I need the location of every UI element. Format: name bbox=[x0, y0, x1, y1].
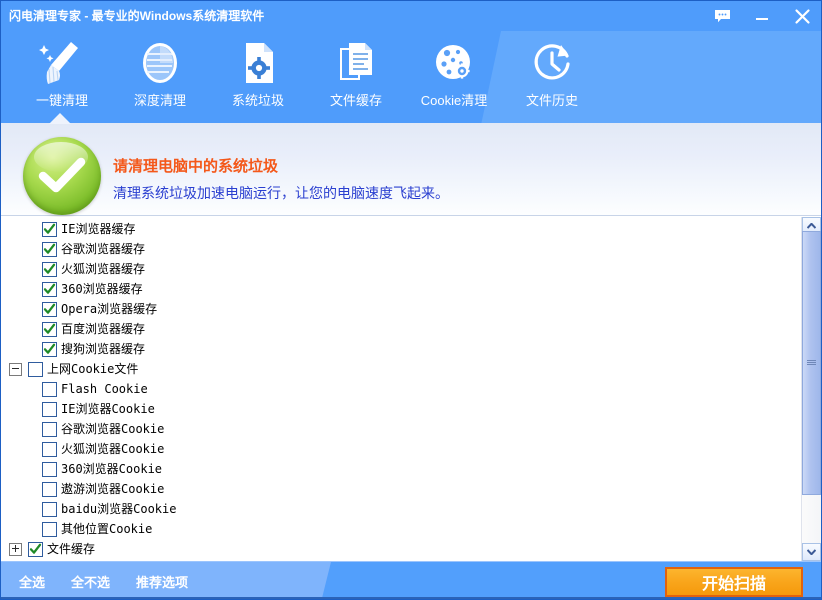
row-label: baidu浏览器Cookie bbox=[61, 501, 177, 516]
expand-icon[interactable] bbox=[9, 542, 22, 556]
row-label: 上网Cookie文件 bbox=[47, 361, 139, 376]
footer-links: 全选 全不选 推荐选项 bbox=[19, 562, 188, 599]
title-bar: 闪电清理专家 - 最专业的Windows系统清理软件 bbox=[1, 1, 821, 31]
row-label: 火狐浏览器缓存 bbox=[61, 261, 146, 276]
tree-row[interactable]: 360浏览器缓存 bbox=[1, 279, 799, 299]
row-checkbox[interactable] bbox=[42, 281, 57, 297]
start-scan-button[interactable]: 开始扫描 bbox=[665, 567, 803, 597]
row-label: 百度浏览器缓存 bbox=[61, 321, 146, 336]
tree-row[interactable]: 火狐浏览器Cookie bbox=[1, 439, 799, 459]
tab-cookie-clean[interactable]: Cookie清理 bbox=[405, 31, 503, 123]
tree-row[interactable]: Opera浏览器缓存 bbox=[1, 299, 799, 319]
row-checkbox[interactable] bbox=[28, 541, 43, 557]
tree-row[interactable]: 360浏览器Cookie bbox=[1, 459, 799, 479]
close-icon[interactable] bbox=[789, 3, 815, 29]
footer-bar: 全选 全不选 推荐选项 开始扫描 bbox=[1, 561, 821, 599]
tree-row[interactable]: baidu浏览器Cookie bbox=[1, 499, 799, 519]
collapse-icon[interactable] bbox=[9, 362, 22, 376]
file-gear-icon bbox=[233, 37, 283, 89]
row-checkbox[interactable] bbox=[42, 421, 57, 437]
tree-row[interactable]: 搜狗浏览器缓存 bbox=[1, 339, 799, 359]
start-scan-button-label: 开始扫描 bbox=[701, 576, 766, 593]
tab-strip: 一键清理 深度清理 系统垃圾 文件缓存 Cookie清理 文件历史 bbox=[1, 31, 821, 123]
tab-label: Cookie清理 bbox=[420, 93, 488, 108]
application-window: 闪电清理专家 - 最专业的Windows系统清理软件 一键清理 深度清理 系统垃… bbox=[0, 0, 822, 600]
window-title: 闪电清理专家 - 最专业的Windows系统清理软件 bbox=[9, 9, 265, 23]
grip-lines-icon bbox=[807, 359, 816, 367]
row-label: 360浏览器缓存 bbox=[61, 281, 143, 296]
active-tab-pointer bbox=[49, 113, 71, 124]
row-label: 360浏览器Cookie bbox=[61, 461, 163, 476]
row-checkbox[interactable] bbox=[42, 301, 57, 317]
select-all-link[interactable]: 全选 bbox=[19, 572, 45, 591]
row-checkbox[interactable] bbox=[42, 221, 57, 237]
row-checkbox[interactable] bbox=[42, 481, 57, 497]
tab-label: 系统垃圾 bbox=[231, 93, 284, 108]
tab-label: 一键清理 bbox=[35, 93, 88, 108]
row-checkbox[interactable] bbox=[42, 261, 57, 277]
row-label: 谷歌浏览器Cookie bbox=[61, 421, 165, 436]
select-none-link[interactable]: 全不选 bbox=[71, 572, 110, 591]
cookie-icon bbox=[429, 37, 479, 89]
row-checkbox[interactable] bbox=[42, 381, 57, 397]
document-lines-icon bbox=[331, 37, 381, 89]
row-checkbox[interactable] bbox=[42, 461, 57, 477]
row-label: 火狐浏览器Cookie bbox=[61, 441, 165, 456]
tab-deep-clean[interactable]: 深度清理 bbox=[111, 31, 209, 123]
tree-row[interactable]: 其他位置Cookie bbox=[1, 519, 799, 539]
tree-row[interactable]: Flash Cookie bbox=[1, 379, 799, 399]
tree-root: IE浏览器缓存 谷歌浏览器缓存 火狐浏览器缓存 360浏览器缓存 Opera浏览器缓存百… bbox=[1, 217, 799, 559]
row-label: 搜狗浏览器缓存 bbox=[61, 341, 146, 356]
scrollbar-thumb[interactable] bbox=[802, 231, 821, 495]
row-label: 谷歌浏览器缓存 bbox=[61, 241, 146, 256]
tab-file-cache[interactable]: 文件缓存 bbox=[307, 31, 405, 123]
tree-row[interactable]: IE浏览器Cookie bbox=[1, 399, 799, 419]
row-checkbox[interactable] bbox=[42, 321, 57, 337]
row-checkbox[interactable] bbox=[42, 241, 57, 257]
footer-bottom-edge bbox=[1, 597, 821, 599]
chevron-down-icon[interactable] bbox=[802, 543, 821, 561]
tree-row[interactable]: 上网Cookie文件 bbox=[1, 359, 799, 379]
row-label: 遨游浏览器Cookie bbox=[61, 481, 165, 496]
row-label: 文件缓存 bbox=[47, 541, 96, 556]
banner-subtitle: 清理系统垃圾加速电脑运行，让您的电脑速度飞起来。 bbox=[113, 185, 449, 201]
row-checkbox[interactable] bbox=[42, 501, 57, 517]
status-banner: 请清理电脑中的系统垃圾 清理系统垃圾加速电脑运行，让您的电脑速度飞起来。 bbox=[1, 123, 821, 216]
tab-file-history[interactable]: 文件历史 bbox=[503, 31, 601, 123]
tree-row[interactable]: 谷歌浏览器Cookie bbox=[1, 419, 799, 439]
vertical-scrollbar[interactable] bbox=[801, 217, 821, 561]
broom-icon bbox=[37, 37, 87, 89]
row-label: Flash Cookie bbox=[61, 381, 148, 396]
row-label: IE浏览器缓存 bbox=[61, 221, 136, 236]
tab-one-key-clean[interactable]: 一键清理 bbox=[13, 31, 111, 123]
tab-system-junk[interactable]: 系统垃圾 bbox=[209, 31, 307, 123]
recommended-options-link[interactable]: 推荐选项 bbox=[136, 572, 188, 591]
clock-history-icon bbox=[527, 37, 577, 89]
tree-row[interactable]: IE浏览器缓存 bbox=[1, 219, 799, 239]
row-label: 其他位置Cookie bbox=[61, 521, 153, 536]
tree-row[interactable]: 百度浏览器缓存 bbox=[1, 319, 799, 339]
row-checkbox[interactable] bbox=[42, 401, 57, 417]
tab-label: 文件历史 bbox=[525, 93, 578, 108]
green-check-circle-icon bbox=[23, 137, 101, 215]
row-label: IE浏览器Cookie bbox=[61, 401, 155, 416]
window-controls bbox=[709, 1, 815, 31]
toolbar: 一键清理 深度清理 系统垃圾 文件缓存 Cookie清理 文件历史 bbox=[1, 31, 821, 123]
tree-row[interactable]: 文件缓存 bbox=[1, 539, 799, 559]
row-checkbox[interactable] bbox=[42, 341, 57, 357]
feedback-icon[interactable] bbox=[709, 3, 735, 29]
row-checkbox[interactable] bbox=[28, 361, 43, 377]
banner-title: 请清理电脑中的系统垃圾 bbox=[113, 158, 279, 175]
disk-icon bbox=[135, 37, 185, 89]
tab-label: 深度清理 bbox=[133, 93, 186, 108]
row-checkbox[interactable] bbox=[42, 521, 57, 537]
cleanup-item-list[interactable]: IE浏览器缓存 谷歌浏览器缓存 火狐浏览器缓存 360浏览器缓存 Opera浏览器缓存百… bbox=[1, 217, 821, 561]
row-checkbox[interactable] bbox=[42, 441, 57, 457]
tab-label: 文件缓存 bbox=[329, 93, 382, 108]
tree-row[interactable]: 谷歌浏览器缓存 bbox=[1, 239, 799, 259]
tree-row[interactable]: 火狐浏览器缓存 bbox=[1, 259, 799, 279]
minimize-icon[interactable] bbox=[749, 3, 775, 29]
row-label: Opera浏览器缓存 bbox=[61, 301, 158, 316]
tree-row[interactable]: 遨游浏览器Cookie bbox=[1, 479, 799, 499]
